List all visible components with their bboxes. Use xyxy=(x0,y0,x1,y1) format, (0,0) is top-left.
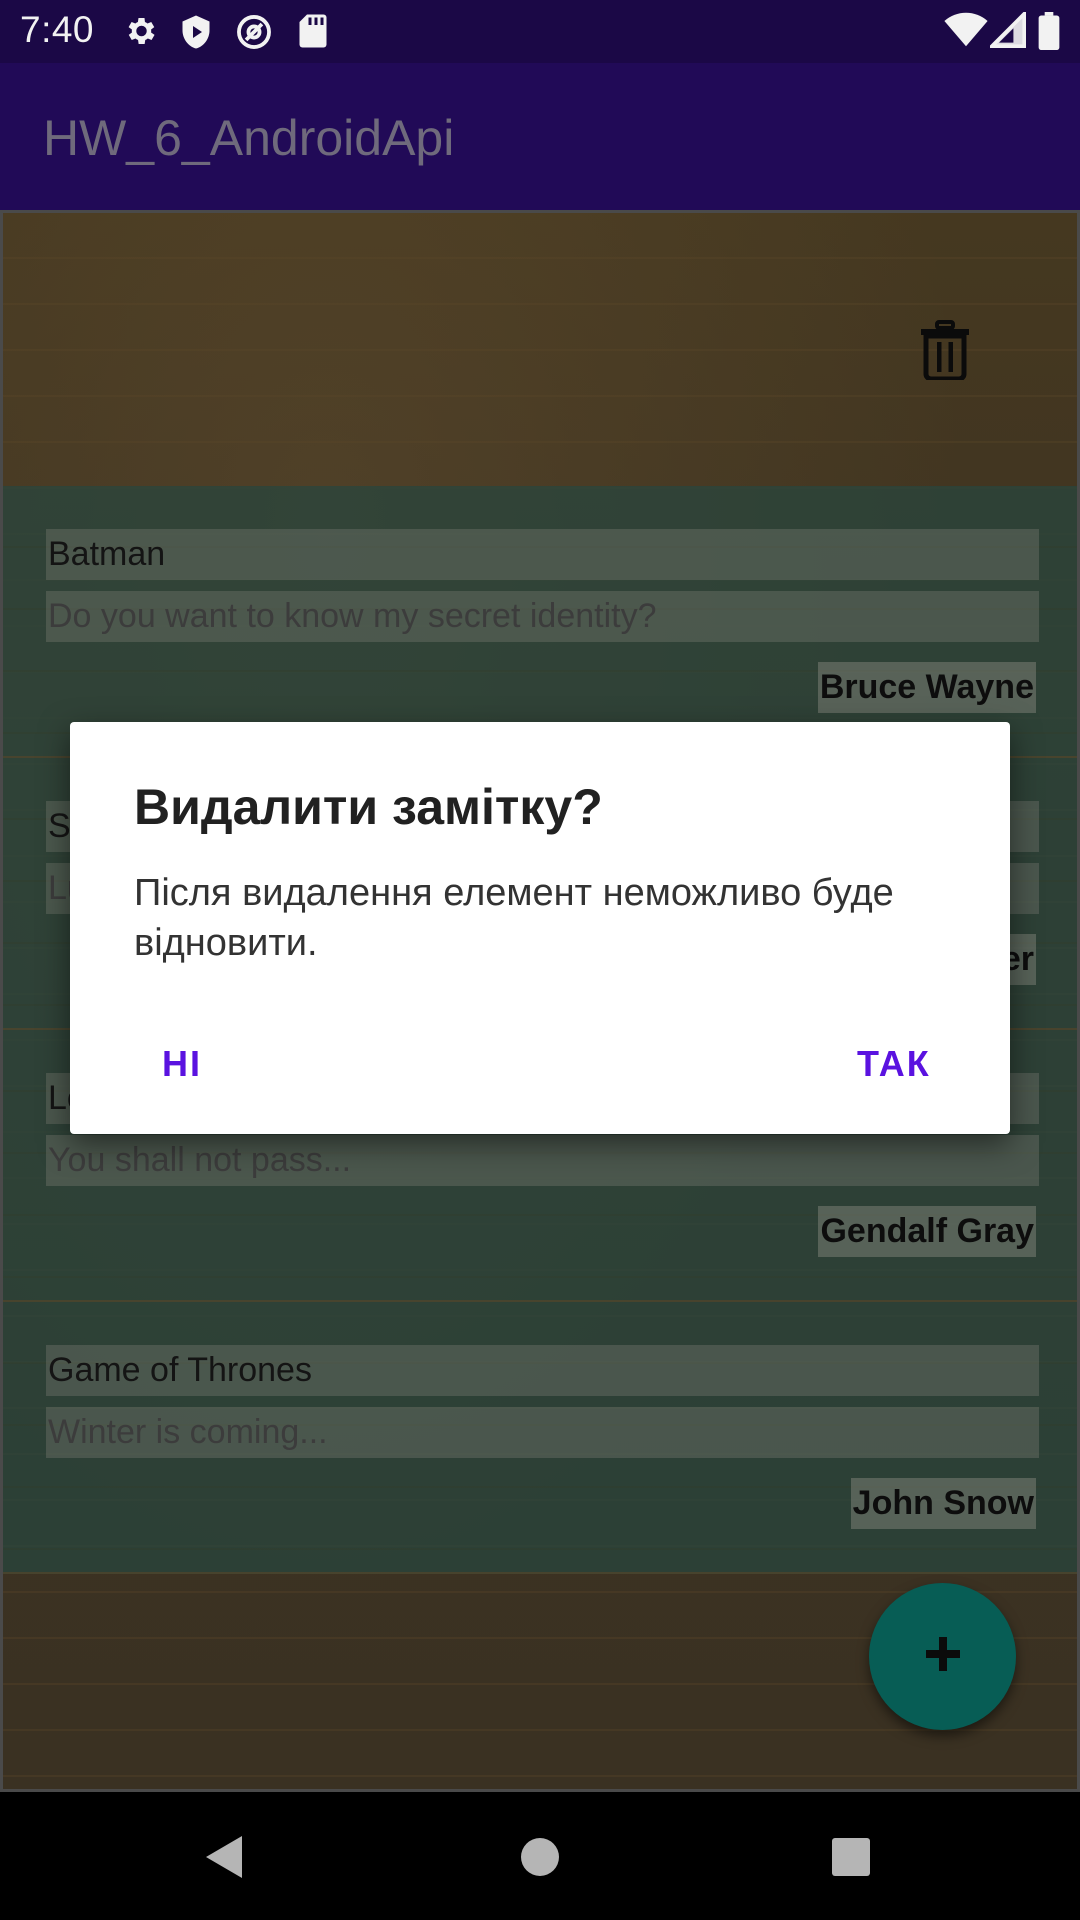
status-time: 7:40 xyxy=(20,9,95,50)
note-title[interactable]: Game of Thrones xyxy=(46,1345,1039,1396)
shield-play-icon xyxy=(178,13,214,56)
header-area xyxy=(3,213,1077,486)
note-text[interactable]: You shall not pass... xyxy=(46,1135,1039,1186)
status-bar: 7:40 xyxy=(0,0,1080,63)
note-author[interactable]: Gendalf Gray xyxy=(818,1206,1036,1257)
signal-icon xyxy=(987,9,1026,53)
note-card[interactable]: Game of Thrones Winter is coming... John… xyxy=(3,1302,1077,1574)
note-card[interactable]: Batman Do you want to know my secret ide… xyxy=(3,486,1077,758)
recents-icon[interactable] xyxy=(831,1837,871,1882)
cancel-button[interactable]: НІ xyxy=(150,1035,214,1093)
note-text[interactable]: Do you want to know my secret identity? xyxy=(46,591,1039,642)
battery-icon xyxy=(1038,12,1060,55)
note-title[interactable]: Batman xyxy=(46,529,1039,580)
wifi-icon xyxy=(944,12,988,53)
plus-icon xyxy=(924,1635,962,1678)
note-text[interactable]: Winter is coming... xyxy=(46,1407,1039,1458)
app-title: HW_6_AndroidApi xyxy=(43,110,455,166)
dialog-message: Після видалення елемент неможливо буде в… xyxy=(134,872,894,964)
at-sign-icon xyxy=(235,13,273,56)
app-bar: HW_6_AndroidApi xyxy=(0,63,1080,210)
note-author[interactable]: Bruce Wayne xyxy=(817,662,1036,713)
dialog-title: Видалити замітку? xyxy=(134,779,603,835)
back-icon[interactable] xyxy=(204,1834,244,1885)
note-author[interactable]: John Snow xyxy=(850,1478,1036,1529)
sd-card-icon xyxy=(298,13,328,54)
add-note-button[interactable] xyxy=(869,1583,1016,1730)
trash-icon[interactable] xyxy=(919,320,971,382)
gear-icon xyxy=(122,13,158,54)
home-icon[interactable] xyxy=(520,1837,560,1882)
navigation-bar xyxy=(0,1792,1080,1920)
confirm-button[interactable]: ТАК xyxy=(845,1035,943,1093)
